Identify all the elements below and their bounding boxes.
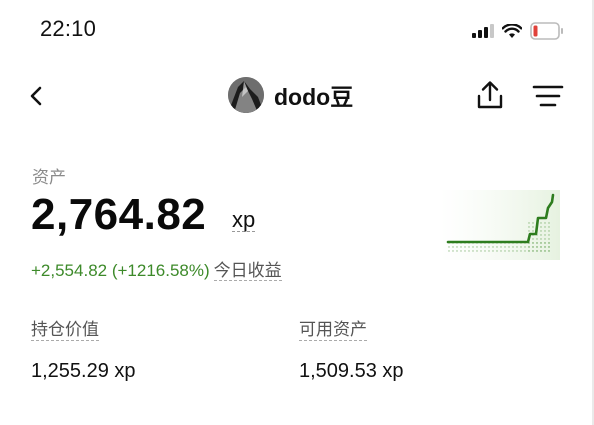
username: dodo豆 — [274, 84, 354, 110]
battery-low-icon — [530, 22, 563, 40]
back-button[interactable] — [26, 80, 50, 112]
holding-value: 1,255.29 xp — [31, 360, 136, 382]
wifi-icon — [502, 23, 522, 38]
daily-change: +2,554.82 (+1216.58%) 今日收益 — [31, 261, 282, 281]
chevron-left-icon — [30, 86, 42, 106]
share-button[interactable] — [474, 79, 506, 111]
status-icons — [472, 20, 564, 42]
available-assets-value: 1,509.53 xp — [299, 360, 404, 382]
total-assets-value: 2,764.82 — [31, 190, 207, 239]
avatar[interactable] — [228, 77, 264, 113]
holding-value-label[interactable]: 持仓价值 — [31, 320, 99, 341]
total-assets-unit[interactable]: xp — [232, 209, 256, 232]
daily-change-value: +2,554.82 (+1216.58%) — [31, 261, 210, 280]
menu-icon — [532, 85, 564, 107]
assets-sparkline — [440, 190, 560, 260]
menu-button[interactable] — [532, 82, 564, 110]
daily-change-period[interactable]: 今日收益 — [213, 261, 282, 281]
share-icon — [477, 81, 503, 109]
assets-label: 资产 — [32, 168, 66, 187]
available-assets-label[interactable]: 可用资产 — [299, 320, 367, 341]
status-time: 22:10 — [40, 16, 97, 41]
cellular-signal-icon — [472, 24, 494, 38]
profile-header[interactable]: dodo豆 — [228, 76, 353, 114]
